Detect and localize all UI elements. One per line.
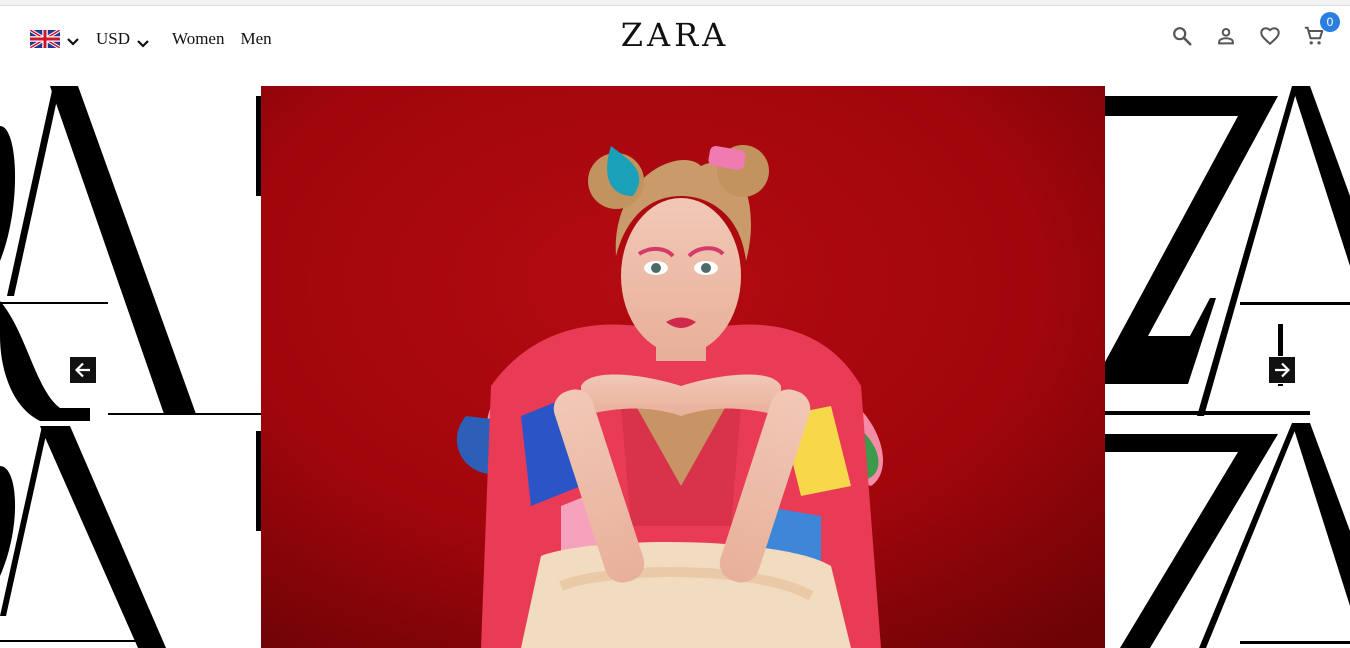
site-header: USD Women Men ZARA 0 (0, 6, 1350, 86)
search-icon (1173, 27, 1192, 46)
cart-button[interactable]: 0 (1300, 12, 1340, 50)
carousel-next-button[interactable] (1268, 356, 1296, 384)
language-selector[interactable] (30, 30, 80, 48)
nav-link-women[interactable]: Women (172, 29, 224, 49)
cart-count-badge: 0 (1320, 12, 1340, 32)
user-icon (1218, 28, 1234, 45)
header-actions: 0 (1152, 12, 1340, 50)
uk-flag-icon (30, 30, 60, 48)
carousel-prev-button[interactable] (69, 356, 97, 384)
heart-icon (1260, 27, 1280, 46)
brand-logo[interactable]: ZARA (621, 16, 730, 54)
currency-label: USD (96, 29, 131, 48)
arrow-right-icon (1275, 362, 1291, 378)
nav-link-men[interactable]: Men (240, 29, 271, 49)
header-left-nav: USD Women Men (30, 26, 272, 52)
wishlist-button[interactable] (1256, 22, 1284, 50)
hero-image (261, 86, 1105, 648)
account-button[interactable] (1212, 22, 1240, 50)
hero-carousel (0, 86, 1350, 648)
currency-selector[interactable]: USD (96, 29, 150, 49)
search-button[interactable] (1168, 22, 1196, 50)
arrow-left-icon (74, 362, 90, 378)
chevron-down-icon (136, 34, 150, 48)
chevron-down-icon (66, 34, 80, 46)
